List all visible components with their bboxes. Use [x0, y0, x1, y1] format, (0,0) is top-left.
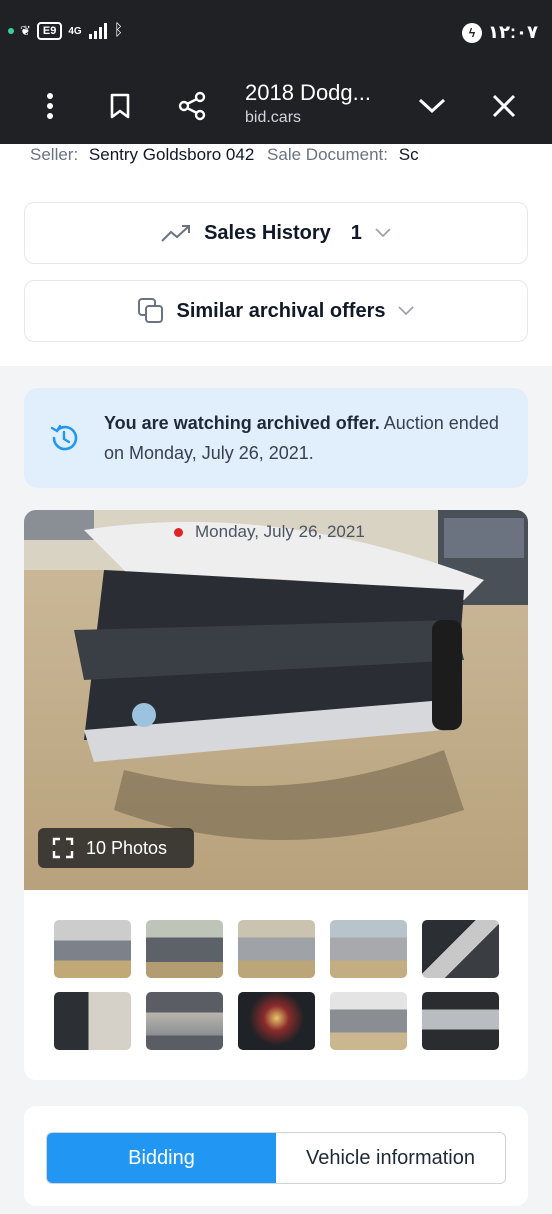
history-icon	[50, 424, 78, 451]
page-title: 2018 Dodg...	[245, 80, 371, 105]
network-label: 4G	[68, 25, 82, 37]
thumbnail[interactable]	[422, 920, 499, 978]
similar-offers-toggle[interactable]: Similar archival offers	[24, 280, 528, 342]
bluetooth-icon: ᛒ	[113, 22, 124, 39]
messenger-icon: ϟ	[462, 22, 483, 43]
bookmark-icon[interactable]	[98, 84, 142, 128]
sale-document-value: Sc	[398, 145, 419, 164]
copy-icon	[137, 298, 163, 323]
photos-count-button[interactable]: 10 Photos	[38, 828, 194, 868]
sales-history-count: 1	[350, 221, 362, 244]
notice-text: You are watching archived offer. Auction…	[104, 408, 504, 468]
thumbnail[interactable]	[54, 992, 131, 1050]
thumbnail[interactable]	[146, 992, 223, 1050]
auction-date-badge: Monday, July 26, 2021	[174, 522, 365, 542]
auction-date: Monday, July 26, 2021	[195, 522, 365, 541]
tab-bidding[interactable]: Bidding	[47, 1133, 276, 1183]
chevron-down-icon[interactable]	[410, 84, 454, 128]
photo-gallery: Monday, July 26, 2021 10 Photos	[24, 510, 528, 1080]
details-tabs-card: Bidding Vehicle information	[24, 1106, 528, 1206]
seller-value: Sentry Goldsboro 042	[88, 145, 255, 164]
notification-dot	[8, 28, 14, 34]
thumbnail[interactable]	[330, 920, 407, 978]
page-title-block[interactable]: 2018 Dodg... bid.cars	[245, 78, 405, 128]
notice-bold: You are watching archived offer.	[104, 413, 380, 433]
trending-up-icon	[161, 225, 191, 242]
info-card: Seller: Sentry Goldsboro 042 Sale Docume…	[0, 144, 552, 366]
similar-offers-label: Similar archival offers	[176, 299, 386, 322]
close-icon[interactable]	[482, 84, 526, 128]
status-left: ❦ E9 4G ᛒ	[8, 22, 123, 40]
clock: ۱۲:۰۷	[488, 22, 538, 42]
chevron-down-icon	[398, 306, 415, 316]
sale-document-label: Sale Document:	[267, 145, 388, 164]
status-bar: ❦ E9 4G ᛒ ϟ ۱۲:۰۷	[0, 0, 552, 70]
thumbnail[interactable]	[422, 992, 499, 1050]
page-domain: bid.cars	[245, 109, 302, 126]
thumbnail[interactable]	[238, 992, 315, 1050]
chevron-down-icon	[375, 228, 391, 238]
more-menu-icon[interactable]	[28, 84, 72, 128]
expand-icon	[52, 837, 74, 859]
tab-vehicle-information[interactable]: Vehicle information	[276, 1133, 505, 1183]
sales-history-label: Sales History	[204, 221, 331, 244]
signal-icon	[88, 23, 107, 39]
status-dot	[174, 527, 183, 537]
thumbnail[interactable]	[238, 920, 315, 978]
archived-notice: You are watching archived offer. Auction…	[24, 388, 528, 488]
browser-toolbar: 2018 Dodg... bid.cars	[0, 70, 552, 144]
thumbnail[interactable]	[54, 920, 131, 978]
sales-history-toggle[interactable]: Sales History 1	[24, 202, 528, 264]
share-icon[interactable]	[170, 84, 214, 128]
page-content: Seller: Sentry Goldsboro 042 Sale Docume…	[0, 144, 552, 1214]
battery-indicator: E9	[36, 22, 63, 40]
main-photo[interactable]: Monday, July 26, 2021 10 Photos	[24, 510, 528, 890]
seller-row: Seller: Sentry Goldsboro 042 Sale Docume…	[30, 144, 419, 168]
leaf-icon: ❦	[20, 23, 31, 38]
status-right: ϟ ۱۲:۰۷	[462, 22, 538, 43]
seller-label: Seller:	[30, 145, 79, 164]
photos-count-label: 10 Photos	[86, 837, 168, 858]
details-tabs: Bidding Vehicle information	[46, 1132, 506, 1184]
thumbnail[interactable]	[146, 920, 223, 978]
thumbnail[interactable]	[330, 992, 407, 1050]
